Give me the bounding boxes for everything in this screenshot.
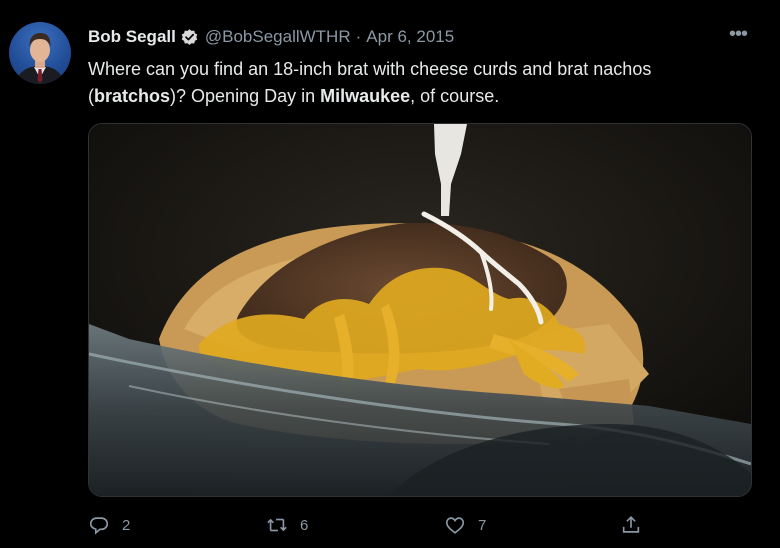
like-count: 7: [478, 516, 487, 534]
reply-count: 2: [122, 516, 131, 534]
avatar-image: [15, 33, 65, 84]
more-icon[interactable]: •••: [726, 24, 750, 44]
like-icon: [445, 517, 465, 534]
reply-button[interactable]: 2: [88, 514, 130, 536]
tweet[interactable]: Bob Segall @BobSegallWTHR · Apr 6, 2015 …: [0, 0, 780, 548]
author-handle[interactable]: @BobSegallWTHR: [205, 27, 351, 47]
retweet-button[interactable]: 6: [266, 514, 308, 536]
word-milwaukee: Milwaukee: [320, 86, 411, 106]
separator-dot: ·: [355, 27, 362, 46]
tweet-actions: 2 6 7: [88, 514, 750, 538]
share-icon: [622, 516, 640, 533]
author-avatar[interactable]: [9, 22, 71, 84]
author-name[interactable]: Bob Segall: [88, 27, 176, 47]
retweet-count: 6: [300, 516, 309, 534]
tweet-text-part: , of course.: [410, 86, 500, 106]
retweet-icon: [267, 518, 287, 532]
share-button[interactable]: [620, 514, 642, 536]
bratchos-photo: [89, 124, 751, 496]
verified-badge-icon: [180, 28, 199, 47]
reply-icon: [89, 517, 109, 535]
tweet-photo[interactable]: [88, 123, 752, 497]
like-button[interactable]: 7: [444, 514, 486, 536]
tweet-header: Bob Segall @BobSegallWTHR · Apr 6, 2015: [88, 26, 454, 48]
hashtag-bratchos: bratchos: [94, 86, 171, 106]
tweet-date[interactable]: Apr 6, 2015: [366, 27, 454, 47]
tweet-text-part: )? Opening Day in: [170, 86, 321, 106]
tweet-text: Where can you find an 18-inch brat with …: [88, 56, 748, 110]
